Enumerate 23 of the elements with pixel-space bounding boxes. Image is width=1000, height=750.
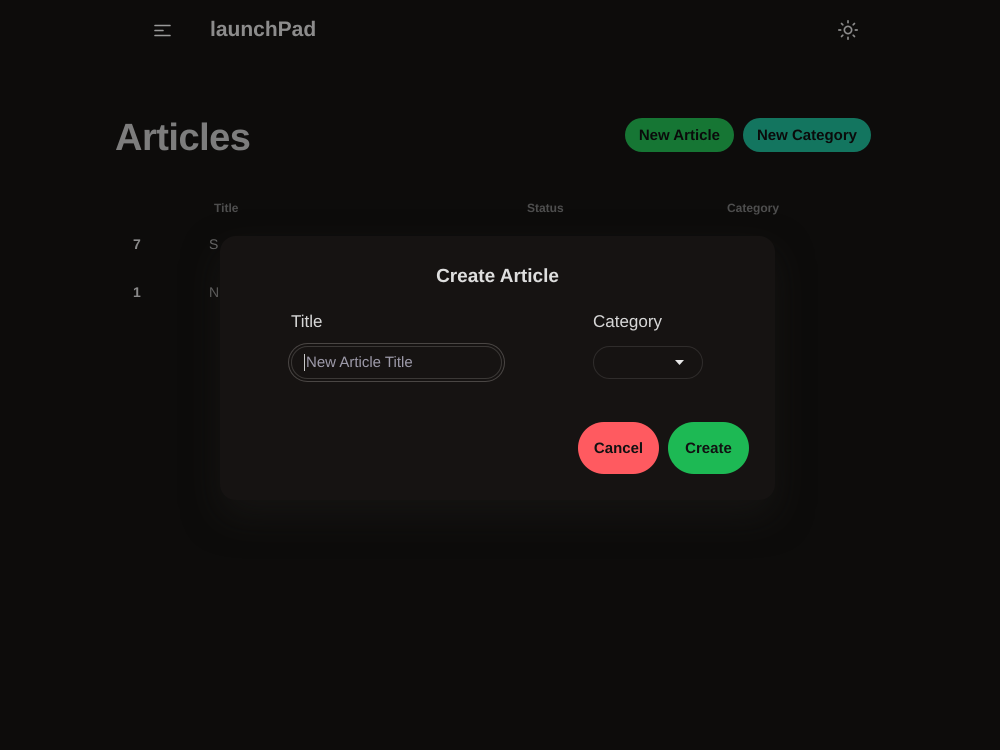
field-label: Title <box>291 312 322 332</box>
field-label: Category <box>593 312 662 332</box>
dialog-title: Create Article <box>436 266 559 288</box>
cancel-button[interactable]: Cancel <box>578 422 659 474</box>
new-category-button[interactable]: New Category <box>742 118 871 152</box>
theme-toggle-button[interactable] <box>837 19 859 41</box>
menu-icon <box>154 24 171 36</box>
title-input-field[interactable]: New Article Title <box>291 346 502 379</box>
title-cell: S <box>209 236 218 252</box>
row-number: 7 <box>133 236 141 252</box>
row-number: 1 <box>133 284 141 300</box>
page-heading: Articles <box>115 116 250 160</box>
text-cursor-icon <box>304 354 305 371</box>
sun-icon <box>837 19 859 41</box>
app-title: launchPad <box>210 18 316 42</box>
column-header: Status <box>527 201 564 215</box>
create-button[interactable]: Create <box>668 422 749 474</box>
caret-icon <box>675 360 684 365</box>
title-cell: N <box>209 284 220 300</box>
column-header: Title <box>214 201 238 215</box>
new-article-button[interactable]: New Article <box>624 118 734 152</box>
menu-button[interactable] <box>154 24 171 36</box>
column-header: Category <box>727 201 780 215</box>
